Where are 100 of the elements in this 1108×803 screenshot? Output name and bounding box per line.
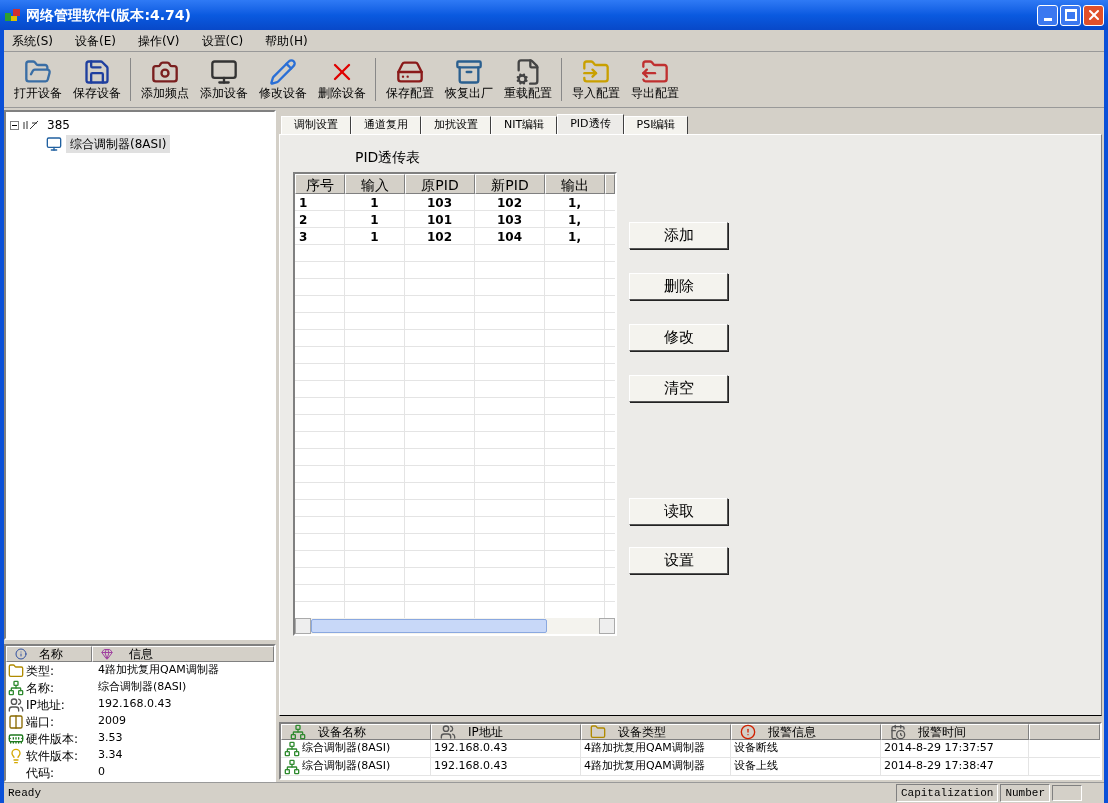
column-header: 信息 bbox=[92, 646, 274, 662]
menu-item[interactable]: 操作(V) bbox=[137, 31, 180, 50]
column-header: 输出 bbox=[545, 174, 605, 194]
tab[interactable]: NIT编辑 bbox=[491, 116, 558, 134]
table-cell: 1, bbox=[568, 213, 581, 227]
tree-item[interactable]: 综合调制器(8ASI) bbox=[66, 135, 171, 153]
status-pane: Number bbox=[1000, 783, 1050, 803]
folder-icon bbox=[640, 58, 669, 86]
column-header: 报警时间 bbox=[881, 724, 1029, 740]
toolbar-button[interactable]: 导入配置 bbox=[566, 58, 625, 101]
table-cell: 102 bbox=[426, 230, 453, 244]
box-icon bbox=[454, 58, 483, 86]
tab[interactable]: 加扰设置 bbox=[421, 116, 491, 134]
people-icon bbox=[440, 724, 456, 740]
toolbar-button[interactable]: 删除设备 bbox=[312, 58, 371, 101]
info-label: 软件版本: bbox=[26, 747, 79, 765]
info-label: 名称: bbox=[26, 679, 55, 697]
toolbar-button[interactable]: 添加频点 bbox=[135, 58, 194, 101]
close-button[interactable] bbox=[1083, 4, 1104, 26]
toolbar-button[interactable]: 修改设备 bbox=[253, 58, 312, 101]
column-header: 设备类型 bbox=[581, 724, 731, 740]
info-icon bbox=[15, 648, 27, 660]
action-button[interactable]: 删除 bbox=[629, 273, 728, 300]
table-cell: 设备断线 bbox=[734, 740, 778, 757]
info-value: 综合调制器(8ASI) bbox=[97, 679, 187, 696]
collapse-toggle-icon[interactable] bbox=[10, 120, 19, 130]
info-label: IP地址: bbox=[26, 696, 65, 714]
device-icon bbox=[290, 724, 306, 740]
toolbar-button[interactable]: 打开设备 bbox=[8, 58, 67, 101]
toolbar-button[interactable]: 导出配置 bbox=[625, 58, 684, 101]
toolbar-button[interactable]: 保存设备 bbox=[67, 58, 126, 101]
info-value: 4路加扰复用QAM调制器 bbox=[97, 662, 219, 679]
table-cell: 3 bbox=[299, 230, 308, 244]
alarm-icon bbox=[740, 724, 756, 740]
tab[interactable]: PSI编辑 bbox=[623, 116, 689, 134]
action-button[interactable]: 设置 bbox=[629, 547, 728, 574]
column-header: 名称 bbox=[6, 646, 92, 662]
toolbar-button[interactable]: 添加设备 bbox=[194, 58, 253, 101]
toolbar-button[interactable]: 恢复出厂 bbox=[439, 58, 498, 101]
table-cell: 2014-8-29 17:38:47 bbox=[884, 758, 994, 775]
table-cell: 101 bbox=[426, 213, 453, 227]
table-cell: 1, bbox=[568, 196, 581, 210]
people-icon bbox=[8, 696, 24, 713]
status-message: Ready bbox=[8, 785, 42, 801]
tab[interactable]: 调制设置 bbox=[281, 116, 351, 134]
column-header: IP地址 bbox=[431, 724, 581, 740]
table-cell: 4路加扰复用QAM调制器 bbox=[584, 758, 705, 775]
table-cell: 192.168.0.43 bbox=[434, 740, 508, 757]
menu-item[interactable]: 系统(S) bbox=[12, 31, 53, 50]
folder-icon bbox=[590, 724, 606, 740]
table-cell: 102 bbox=[496, 196, 523, 210]
minimize-button[interactable] bbox=[1037, 4, 1058, 26]
port-icon bbox=[8, 713, 24, 730]
window-title: 网络管理软件(版本:4.74) bbox=[26, 5, 192, 25]
table-cell: 4路加扰复用QAM调制器 bbox=[584, 740, 705, 757]
info-label: 端口: bbox=[26, 713, 55, 731]
table-cell: 1 bbox=[370, 213, 379, 227]
column-header: 序号 bbox=[295, 174, 345, 194]
action-button[interactable]: 读取 bbox=[629, 498, 728, 525]
action-button[interactable]: 清空 bbox=[629, 375, 728, 402]
info-value: 3.34 bbox=[97, 747, 123, 764]
menu-item[interactable]: 设备(E) bbox=[75, 31, 116, 50]
table-cell: 2 bbox=[299, 213, 308, 227]
table-cell: 1, bbox=[568, 230, 581, 244]
status-pane: Capitalization bbox=[895, 783, 999, 803]
column-header: 输入 bbox=[345, 174, 405, 194]
table-cell: 1 bbox=[370, 196, 379, 210]
info-label: 硬件版本: bbox=[26, 730, 79, 748]
action-button[interactable]: 添加 bbox=[629, 222, 728, 249]
table-title: PID透传表 bbox=[355, 148, 422, 167]
horizontal-scrollbar[interactable] bbox=[295, 618, 615, 634]
table-cell: 1 bbox=[299, 196, 308, 210]
pencil-icon bbox=[268, 58, 297, 86]
table-cell: 104 bbox=[496, 230, 523, 244]
column-header: 原PID bbox=[405, 174, 475, 194]
toolbar-button[interactable]: 重载配置 bbox=[498, 58, 557, 101]
info-label: 类型: bbox=[26, 662, 55, 680]
monitor-icon bbox=[209, 58, 238, 86]
tab[interactable]: 通道复用 bbox=[351, 116, 421, 134]
info-value: 192.168.0.43 bbox=[97, 696, 172, 713]
toolbar-button[interactable]: 保存配置 bbox=[380, 58, 439, 101]
table-cell: 设备上线 bbox=[734, 758, 778, 775]
info-label: 代码: bbox=[26, 764, 55, 782]
table-cell: 1 bbox=[370, 230, 379, 244]
device-icon bbox=[8, 679, 24, 696]
device-icon bbox=[284, 740, 300, 757]
folder-icon bbox=[581, 58, 610, 86]
table-cell: 综合调制器(8ASI) bbox=[302, 740, 391, 757]
tree-item[interactable]: 385 bbox=[43, 116, 74, 134]
tab[interactable]: PID透传 bbox=[557, 114, 624, 134]
maximize-button[interactable] bbox=[1060, 4, 1081, 26]
bulb-icon bbox=[8, 747, 24, 764]
signal-icon bbox=[23, 120, 39, 130]
table-cell: 2014-8-29 17:37:57 bbox=[884, 740, 994, 757]
app-icon bbox=[4, 7, 22, 23]
table-cell: 103 bbox=[496, 213, 523, 227]
menu-item[interactable]: 帮助(H) bbox=[265, 31, 308, 50]
menu-item[interactable]: 设置(C) bbox=[201, 31, 244, 50]
action-button[interactable]: 修改 bbox=[629, 324, 728, 351]
column-header: 新PID bbox=[475, 174, 545, 194]
